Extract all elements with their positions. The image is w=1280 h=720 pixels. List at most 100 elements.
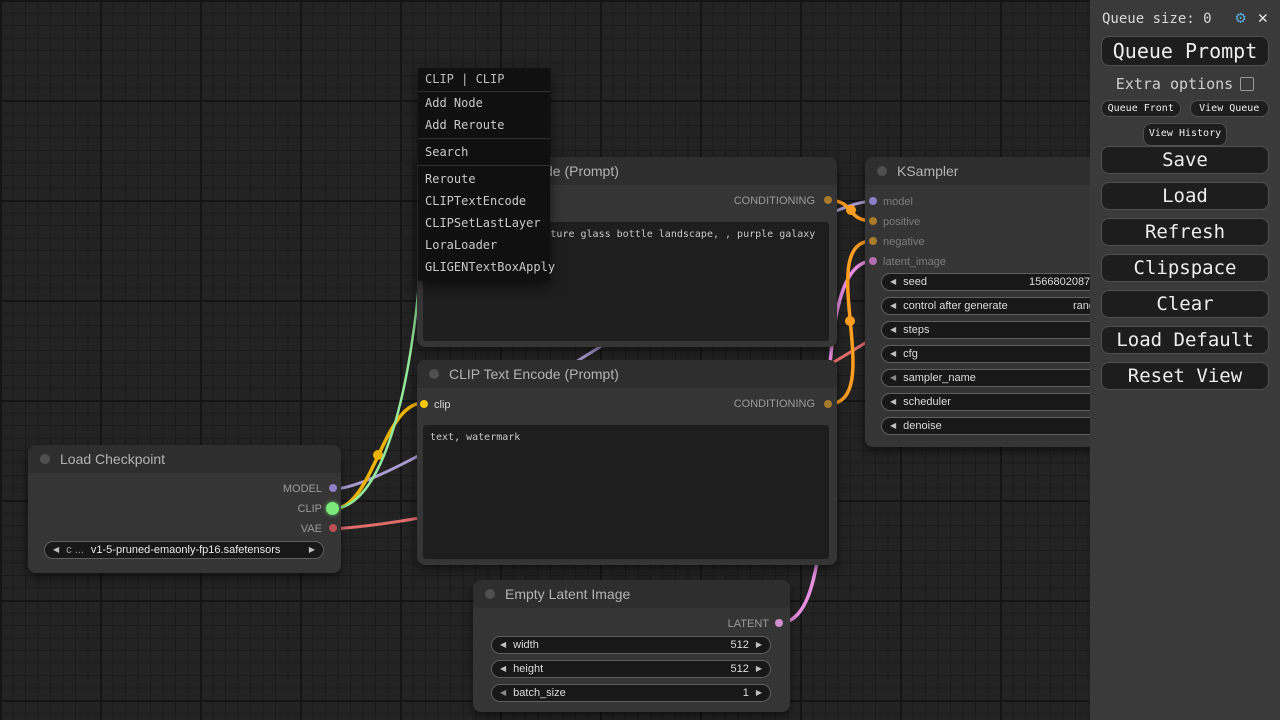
- widget-name: denoise: [903, 420, 942, 432]
- menu-item-reroute[interactable]: Reroute: [418, 168, 550, 190]
- node-titlebar[interactable]: Load Checkpoint: [28, 445, 341, 473]
- widget-name: width: [513, 639, 539, 651]
- close-icon[interactable]: ✕: [1258, 10, 1268, 27]
- ckpt-name-widget[interactable]: ◀ c ... v1-5-pruned-emaonly-fp16.safeten…: [44, 541, 324, 559]
- widget-value: 1566802087: [1029, 276, 1090, 288]
- conditioning-output-dot[interactable]: [824, 196, 832, 204]
- negative-input-label: negative: [883, 236, 925, 248]
- wire-negative-midpoint-dot: [845, 316, 855, 326]
- menu-item-loraloader[interactable]: LoraLoader: [418, 234, 550, 256]
- save-button[interactable]: Save: [1101, 146, 1269, 174]
- widget-name: sampler_name: [903, 372, 976, 384]
- clip-input-dot[interactable]: [420, 400, 428, 408]
- node-empty-latent-image[interactable]: Empty Latent Image LATENT ◀ width 512 ▶ …: [473, 580, 790, 712]
- menu-item-add-node[interactable]: Add Node: [418, 92, 550, 114]
- settings-gear-icon[interactable]: ⚙: [1236, 10, 1246, 27]
- decrement-arrow-icon[interactable]: ◀: [890, 326, 896, 334]
- menu-item-cliptextencode[interactable]: CLIPTextEncode: [418, 190, 550, 212]
- reset-view-button[interactable]: Reset View: [1101, 362, 1269, 390]
- positive-input-dot[interactable]: [869, 217, 877, 225]
- wire-positive-midpoint-dot: [846, 205, 856, 215]
- queue-size-label: Queue size: 0: [1102, 11, 1236, 27]
- widget-value: 512: [730, 663, 748, 675]
- widget-name: control after generate: [903, 300, 1008, 312]
- increment-arrow-icon[interactable]: ▶: [756, 689, 762, 697]
- model-output-dot[interactable]: [329, 484, 337, 492]
- node-title: CLIP Text Encode (Prompt): [449, 366, 619, 382]
- decrement-arrow-icon[interactable]: ◀: [890, 374, 896, 382]
- decrement-arrow-icon[interactable]: ◀: [890, 398, 896, 406]
- load-default-button[interactable]: Load Default: [1101, 326, 1269, 354]
- latent-image-input-dot[interactable]: [869, 257, 877, 265]
- vae-output-label: VAE: [301, 523, 322, 535]
- clip-input-label: clip: [434, 399, 451, 411]
- node-titlebar[interactable]: Empty Latent Image: [473, 580, 790, 608]
- latent-image-input-label: latent_image: [883, 256, 946, 268]
- menu-item-search[interactable]: Search: [418, 141, 550, 163]
- menu-item-clipsetlastlayer[interactable]: CLIPSetLastLayer: [418, 212, 550, 234]
- context-menu-title: CLIP | CLIP: [418, 68, 550, 92]
- extra-options-checkbox[interactable]: [1240, 77, 1254, 91]
- latent-output-label: LATENT: [728, 618, 769, 630]
- decrement-arrow-icon[interactable]: ◀: [890, 350, 896, 358]
- clipspace-button[interactable]: Clipspace: [1101, 254, 1269, 282]
- node-clip-text-encode-negative[interactable]: CLIP Text Encode (Prompt) clip CONDITION…: [417, 360, 837, 565]
- widget-name: cfg: [903, 348, 918, 360]
- increment-arrow-icon[interactable]: ▶: [756, 641, 762, 649]
- model-output-label: MODEL: [283, 483, 322, 495]
- widget-value: 1: [743, 687, 749, 699]
- node-collapse-dot[interactable]: [429, 369, 439, 379]
- increment-arrow-icon[interactable]: ▶: [756, 665, 762, 673]
- clear-button[interactable]: Clear: [1101, 290, 1269, 318]
- widget-name: height: [513, 663, 543, 675]
- menu-separator: [418, 165, 550, 166]
- decrement-arrow-icon[interactable]: ◀: [500, 665, 506, 673]
- widget-name: scheduler: [903, 396, 951, 408]
- increment-arrow-icon[interactable]: ▶: [309, 546, 315, 554]
- menu-separator: [418, 138, 550, 139]
- negative-prompt-textarea[interactable]: text, watermark: [423, 425, 829, 559]
- widget-name: steps: [903, 324, 929, 336]
- positive-input-label: positive: [883, 216, 920, 228]
- link-release-context-menu: CLIP | CLIP Add Node Add Reroute Search …: [418, 68, 550, 281]
- view-history-button[interactable]: View History: [1143, 123, 1227, 146]
- conditioning-output-dot[interactable]: [824, 400, 832, 408]
- view-queue-button[interactable]: View Queue: [1190, 100, 1270, 117]
- decrement-arrow-icon[interactable]: ◀: [890, 422, 896, 430]
- refresh-button[interactable]: Refresh: [1101, 218, 1269, 246]
- decrement-arrow-icon[interactable]: ◀: [500, 641, 506, 649]
- queue-prompt-button[interactable]: Queue Prompt: [1101, 36, 1269, 66]
- queue-front-button[interactable]: Queue Front: [1101, 100, 1181, 117]
- clip-output-label: CLIP: [298, 503, 322, 515]
- batch-size-widget[interactable]: ◀ batch_size 1 ▶: [491, 684, 771, 702]
- menu-item-add-reroute[interactable]: Add Reroute: [418, 114, 550, 136]
- node-collapse-dot[interactable]: [485, 589, 495, 599]
- clip-output-dot-dragging[interactable]: [326, 502, 339, 515]
- node-collapse-dot[interactable]: [40, 454, 50, 464]
- model-input-dot[interactable]: [869, 197, 877, 205]
- node-load-checkpoint[interactable]: Load Checkpoint MODEL CLIP VAE ◀ c ... v…: [28, 445, 341, 573]
- decrement-arrow-icon[interactable]: ◀: [890, 278, 896, 286]
- vae-output-dot[interactable]: [329, 524, 337, 532]
- decrement-arrow-icon[interactable]: ◀: [890, 302, 896, 310]
- negative-input-dot[interactable]: [869, 237, 877, 245]
- widget-name: seed: [903, 276, 927, 288]
- widget-value: 512: [730, 639, 748, 651]
- widget-name: c ...: [66, 544, 84, 556]
- load-button[interactable]: Load: [1101, 182, 1269, 210]
- conditioning-output-label: CONDITIONING: [734, 195, 815, 207]
- widget-value: v1-5-pruned-emaonly-fp16.safetensors: [91, 544, 281, 556]
- conditioning-output-label: CONDITIONING: [734, 398, 815, 410]
- latent-output-dot[interactable]: [775, 619, 783, 627]
- queue-sidebar: Queue size: 0 ⚙ ✕ Queue Prompt Extra opt…: [1090, 0, 1280, 720]
- height-widget[interactable]: ◀ height 512 ▶: [491, 660, 771, 678]
- node-titlebar[interactable]: CLIP Text Encode (Prompt): [417, 360, 837, 388]
- decrement-arrow-icon[interactable]: ◀: [53, 546, 59, 554]
- menu-item-gligentextboxapply[interactable]: GLIGENTextBoxApply: [418, 256, 550, 278]
- extra-options-label: Extra options: [1116, 75, 1233, 93]
- node-title: Empty Latent Image: [505, 586, 630, 602]
- comfyui-app: CLIP Text Encode (Prompt) CONDITIONING b…: [0, 0, 1280, 720]
- decrement-arrow-icon[interactable]: ◀: [500, 689, 506, 697]
- node-collapse-dot[interactable]: [877, 166, 887, 176]
- width-widget[interactable]: ◀ width 512 ▶: [491, 636, 771, 654]
